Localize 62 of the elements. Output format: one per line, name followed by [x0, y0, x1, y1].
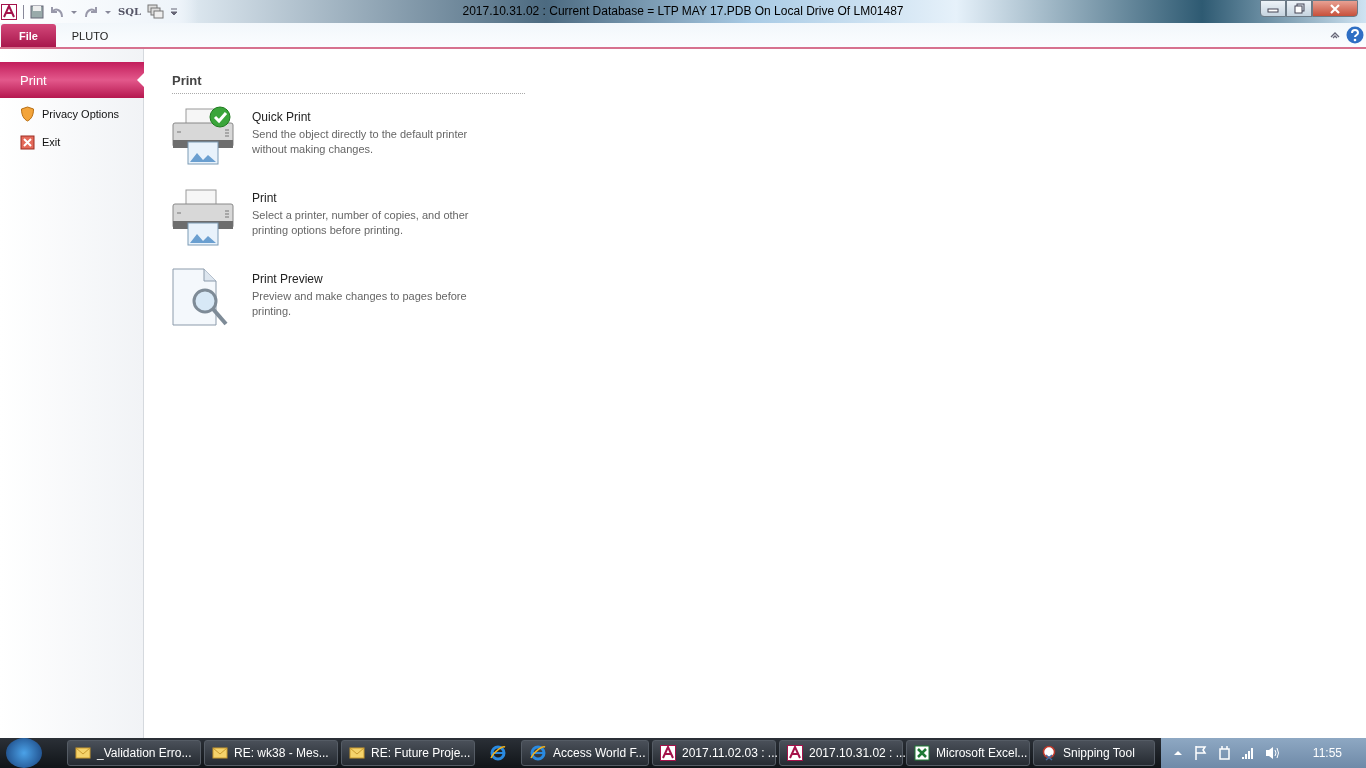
browser-icon	[489, 744, 507, 762]
exit-icon	[20, 134, 35, 150]
save-icon[interactable]	[30, 4, 44, 19]
option-title: Quick Print	[252, 110, 312, 124]
menu-item-label: Exit	[42, 136, 61, 148]
taskbar-button[interactable]: Microsoft Excel...	[906, 740, 1030, 766]
taskbar-button[interactable]: Access World F...	[521, 740, 649, 766]
document-magnifier-icon	[172, 268, 230, 328]
minimize-button[interactable]	[1260, 0, 1286, 17]
printer-icon	[172, 187, 234, 247]
spreadsheet-icon	[914, 745, 930, 761]
restore-icon	[1293, 3, 1305, 14]
ribbon-tab[interactable]: PLUTO	[56, 24, 124, 47]
option-title: Print Preview	[252, 272, 324, 286]
access-icon	[660, 745, 676, 761]
envelope-icon	[75, 745, 91, 761]
backstage-menu-item[interactable]: Print	[0, 62, 144, 98]
power-plug-icon[interactable]	[1216, 745, 1231, 761]
access-logo-icon	[1, 3, 17, 20]
close-icon	[1329, 2, 1341, 15]
printer-with-checkmark-icon	[172, 106, 234, 166]
taskbar-button[interactable]: _Validation Erro...	[67, 740, 201, 766]
customize-icon[interactable]	[169, 7, 178, 16]
backstage-menu-item[interactable]: Exit	[0, 128, 143, 156]
selection-pointer	[137, 73, 144, 87]
redo-icon[interactable]	[84, 4, 98, 19]
option-description: Preview and make changes to pages before printing.	[252, 289, 468, 319]
print-option[interactable]: Print Select a printer, number of copies, and other printing options before printing.	[172, 187, 1366, 256]
option-description: Select a printer, number of copies, and other printing options before printing.	[252, 208, 470, 238]
option-title: Print	[252, 191, 278, 205]
help-icon[interactable]	[1346, 26, 1364, 44]
sql-button[interactable]: SQL	[118, 6, 141, 17]
access-icon	[787, 745, 803, 761]
signal-bars-icon[interactable]	[1240, 746, 1255, 760]
close-button[interactable]	[1312, 0, 1358, 17]
file-tab[interactable]: File	[1, 24, 56, 47]
backstage-menu-item[interactable]: Privacy Options	[0, 100, 143, 128]
section-heading: Print	[172, 73, 525, 94]
envelope-icon	[212, 745, 228, 761]
collapse-ribbon-icon[interactable]	[1330, 30, 1340, 40]
window-title: 2017.10.31.02 : Current Database = LTP MAY 17.PDB On Local Drive Of LM01487	[462, 4, 904, 18]
flag-icon[interactable]	[1192, 745, 1207, 761]
show-hidden-icons-icon[interactable]	[1172, 748, 1183, 758]
speaker-icon[interactable]	[1264, 745, 1281, 761]
taskbar-button[interactable]: RE: Future Proje...	[341, 740, 475, 766]
taskbar-button[interactable]: 2017.10.31.02 : ...	[779, 740, 903, 766]
restore-button[interactable]	[1286, 0, 1312, 17]
windows-icon[interactable]	[146, 4, 164, 19]
option-description: Send the object directly to the default printer without making changes.	[252, 127, 469, 157]
envelope-icon	[349, 745, 365, 761]
taskbar-button[interactable]: 2017.11.02.03 : ...	[652, 740, 776, 766]
taskbar-button[interactable]: Snipping Tool	[1033, 740, 1155, 766]
scissors-icon	[1041, 745, 1057, 761]
shield-icon	[20, 106, 35, 122]
taskbar-button[interactable]: RE: wk38 - Mes...	[204, 740, 338, 766]
browser-icon	[529, 744, 547, 762]
print-option[interactable]: Print Preview Preview and make changes to pages before printing.	[172, 268, 1366, 337]
menu-item-label: Print	[20, 72, 47, 88]
undo-icon[interactable]	[50, 4, 64, 19]
menu-item-label: Privacy Options	[42, 108, 120, 120]
print-option[interactable]: Quick Print Send the object directly to the default printer without making changes.	[172, 106, 1366, 175]
start-button[interactable]	[6, 738, 42, 768]
